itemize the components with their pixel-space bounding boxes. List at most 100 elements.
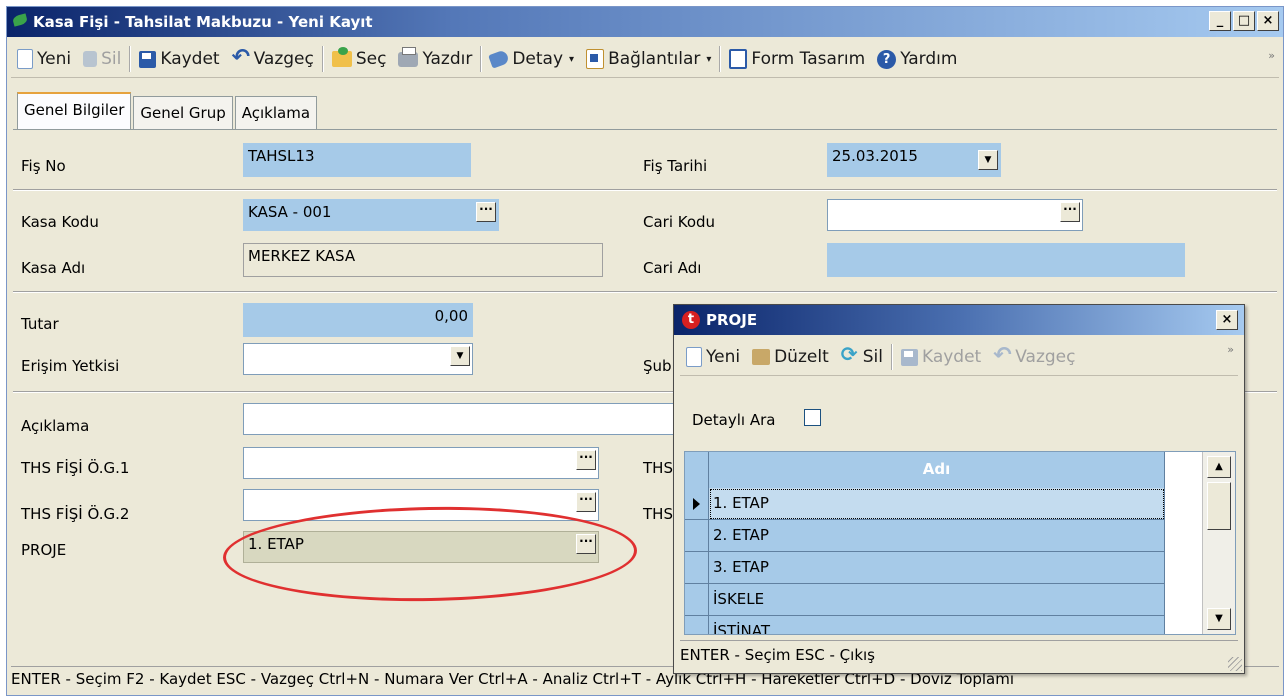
tab-strip: Genel Bilgiler Genel Grup Açıklama xyxy=(17,92,319,130)
toolbar-separator xyxy=(890,344,893,370)
aciklama-label: Açıklama xyxy=(21,417,90,435)
grid-column-header-adi[interactable]: Adı xyxy=(709,452,1165,488)
grid-vertical-scrollbar[interactable]: ▲ ▼ xyxy=(1202,452,1235,634)
cari-adi-label: Cari Adı xyxy=(643,259,702,277)
printer-icon xyxy=(398,46,419,67)
help-icon xyxy=(877,49,897,69)
caret-down-icon: ▾ xyxy=(569,53,575,65)
tab-aciklama[interactable]: Açıklama xyxy=(234,96,318,129)
popup-cancel-button[interactable]: Vazgeç xyxy=(987,342,1081,372)
row-pointer-icon xyxy=(693,498,700,510)
save-button[interactable]: Kaydet xyxy=(133,44,225,74)
fis-no-label: Fiş No xyxy=(21,157,66,175)
section-divider xyxy=(13,189,1277,191)
grid-header-indicator xyxy=(685,452,709,488)
fis-tarihi-field[interactable]: 25.03.2015 ▼ xyxy=(827,143,1001,177)
form-design-button[interactable]: Form Tasarım xyxy=(723,44,871,74)
popup-save-button[interactable]: Kaydet xyxy=(895,342,987,372)
grid-cell[interactable]: 1. ETAP xyxy=(709,488,1165,520)
popup-new-button[interactable]: Yeni xyxy=(680,342,746,372)
scroll-up-button[interactable]: ▲ xyxy=(1207,456,1231,478)
row-indicator xyxy=(685,616,709,634)
og1-field[interactable]: ··· xyxy=(243,447,599,479)
tutar-field[interactable]: 0,00 xyxy=(243,303,473,337)
proje-popup: t PROJE × Yeni Düzelt Sil Kaydet Vazgeç … xyxy=(673,304,1245,674)
grid-row[interactable]: İSKELE xyxy=(685,584,1165,616)
tutar-label: Tutar xyxy=(21,315,59,333)
detail-dropdown[interactable]: Detay ▾ xyxy=(484,44,580,74)
ths-right1-label: THS xyxy=(643,459,673,477)
print-button[interactable]: Yazdır xyxy=(392,44,478,74)
minimize-button[interactable]: _ xyxy=(1209,11,1231,31)
floppy-disk-icon xyxy=(900,348,918,366)
proje-label: PROJE xyxy=(21,541,67,559)
grid-cell[interactable]: 3. ETAP xyxy=(709,552,1165,584)
cari-adi-field xyxy=(827,243,1185,277)
toolbar-overflow-icon[interactable]: » xyxy=(1268,49,1275,62)
popup-toolbar: Yeni Düzelt Sil Kaydet Vazgeç » xyxy=(680,339,1238,376)
detailed-search-label: Detaylı Ara xyxy=(692,411,776,429)
grid-header: Adı xyxy=(685,452,1215,488)
tag-icon xyxy=(488,49,511,69)
new-document-icon xyxy=(686,347,702,367)
row-indicator xyxy=(685,552,709,584)
tab-genel-grup[interactable]: Genel Grup xyxy=(133,96,233,129)
fis-tarihi-label: Fiş Tarihi xyxy=(643,157,708,175)
links-icon xyxy=(586,49,605,69)
cari-kodu-field[interactable]: ··· xyxy=(827,199,1083,231)
row-indicator xyxy=(685,584,709,616)
grid-cell[interactable]: 2. ETAP xyxy=(709,520,1165,552)
grid-cell[interactable]: İSKELE xyxy=(709,584,1165,616)
scroll-thumb[interactable] xyxy=(1207,482,1231,530)
tab-genel-bilgiler[interactable]: Genel Bilgiler xyxy=(17,92,132,130)
row-indicator xyxy=(685,488,709,520)
erisim-yetkisi-select[interactable]: ▼ xyxy=(243,343,473,375)
popup-close-button[interactable]: × xyxy=(1216,310,1238,330)
cari-kodu-lookup-button[interactable]: ··· xyxy=(1060,202,1080,222)
grid-cell[interactable]: İSTİNAT xyxy=(709,616,1165,634)
recycle-icon xyxy=(841,342,859,367)
app-icon xyxy=(11,13,29,27)
cari-kodu-label: Cari Kodu xyxy=(643,213,716,231)
kasa-adi-field: MERKEZ KASA xyxy=(243,243,603,277)
aciklama-field[interactable] xyxy=(243,403,679,435)
section-divider xyxy=(13,291,1277,293)
popup-title-bar: t PROJE × xyxy=(674,305,1244,335)
cancel-button[interactable]: Vazgeç xyxy=(226,44,320,74)
toolbar-separator xyxy=(719,46,722,72)
undo-icon xyxy=(232,45,250,70)
kasa-kodu-label: Kasa Kodu xyxy=(21,213,99,231)
resize-grip-icon[interactable] xyxy=(1228,657,1242,671)
og2-label: THS FİŞİ Ö.G.2 xyxy=(21,505,130,523)
undo-icon xyxy=(993,343,1011,368)
grid-row[interactable]: 1. ETAP xyxy=(685,488,1165,520)
grid-row[interactable]: 2. ETAP xyxy=(685,520,1165,552)
edit-icon xyxy=(752,349,771,365)
folder-icon xyxy=(331,47,352,67)
grid-row[interactable]: 3. ETAP xyxy=(685,552,1165,584)
popup-toolbar-overflow-icon[interactable]: » xyxy=(1227,343,1234,356)
detailed-search-checkbox[interactable] xyxy=(804,409,821,426)
grid-row[interactable]: İSTİNAT xyxy=(685,616,1165,634)
row-indicator xyxy=(685,520,709,552)
form-icon xyxy=(729,49,748,69)
erisim-dropdown-button[interactable]: ▼ xyxy=(450,346,470,366)
help-button[interactable]: Yardım xyxy=(871,44,963,74)
delete-button[interactable]: Sil xyxy=(77,44,127,74)
links-dropdown[interactable]: Bağlantılar ▾ xyxy=(580,44,717,74)
sube-label: Şub xyxy=(643,357,672,375)
scroll-down-button[interactable]: ▼ xyxy=(1207,608,1231,630)
new-button[interactable]: Yeni xyxy=(11,44,77,74)
kasa-kodu-field[interactable]: KASA - 001 ··· xyxy=(243,199,499,231)
kasa-adi-label: Kasa Adı xyxy=(21,259,86,277)
og1-lookup-button[interactable]: ··· xyxy=(576,450,596,470)
close-button[interactable]: × xyxy=(1257,11,1279,31)
fis-no-field[interactable]: TAHSL13 xyxy=(243,143,471,177)
popup-delete-button[interactable]: Sil xyxy=(835,342,889,372)
date-dropdown-button[interactable]: ▼ xyxy=(978,150,998,170)
select-button[interactable]: Seç xyxy=(326,44,393,74)
og2-lookup-button[interactable]: ··· xyxy=(576,492,596,512)
maximize-button[interactable]: □ xyxy=(1233,11,1255,31)
popup-edit-button[interactable]: Düzelt xyxy=(746,342,835,372)
kasa-kodu-lookup-button[interactable]: ··· xyxy=(476,202,496,222)
